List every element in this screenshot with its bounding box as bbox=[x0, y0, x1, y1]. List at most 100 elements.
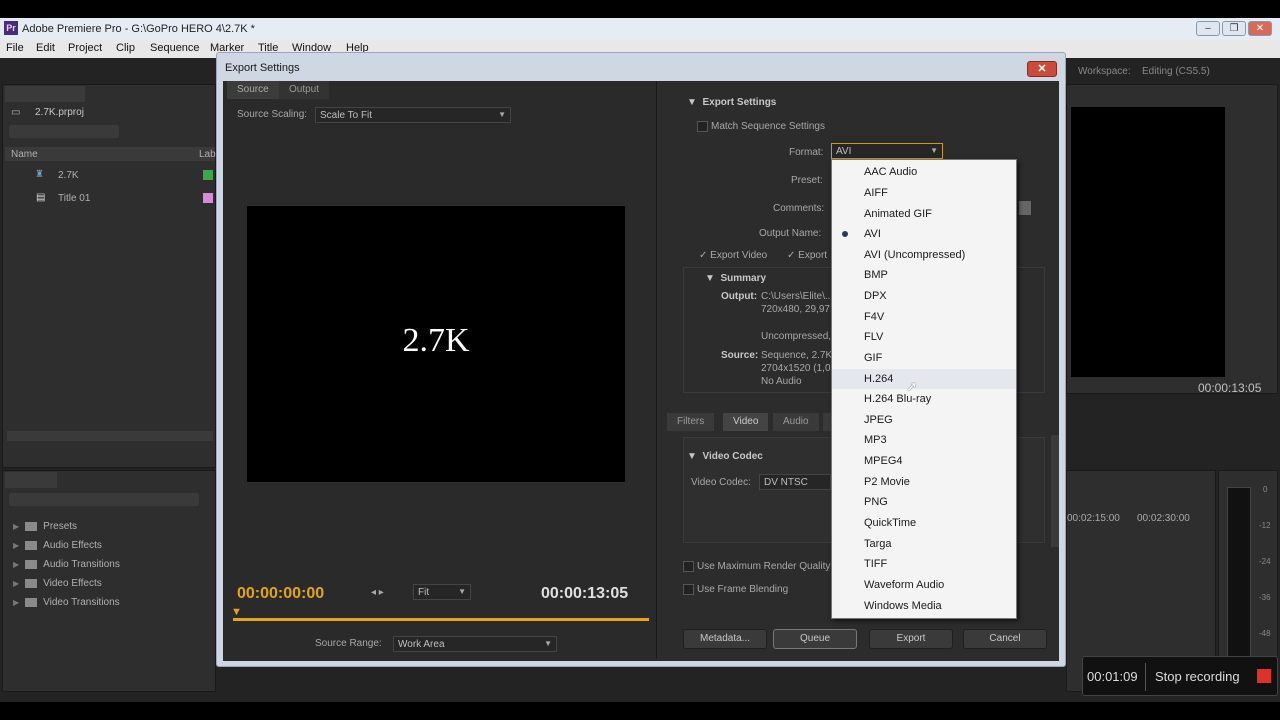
effects-panel-tab[interactable] bbox=[5, 472, 57, 488]
recording-time: 00:01:09 bbox=[1087, 669, 1138, 684]
source-line: 2704x1520 (1,0... bbox=[761, 363, 839, 374]
queue-button[interactable]: Queue bbox=[773, 629, 857, 649]
source-line: Sequence, 2.7K... bbox=[761, 350, 841, 361]
menu-sequence[interactable]: Sequence bbox=[150, 42, 200, 54]
source-label: Source: bbox=[721, 350, 759, 361]
tab-filters[interactable]: Filters bbox=[667, 413, 715, 431]
source-scaling-select[interactable]: Scale To Fit ▼ bbox=[315, 107, 511, 123]
sequence-icon: ♜ bbox=[35, 169, 44, 180]
project-scrollbar[interactable] bbox=[7, 431, 213, 441]
effects-item-video-effects[interactable]: ▶ Video Effects bbox=[13, 578, 102, 589]
effects-item-presets[interactable]: ▶ Presets bbox=[13, 521, 77, 532]
set-in-point-icon[interactable]: ◂ ▸ bbox=[371, 587, 384, 598]
column-name-header[interactable]: Name bbox=[11, 149, 38, 160]
format-option[interactable]: FLV bbox=[832, 327, 1016, 347]
format-option[interactable]: AAC Audio bbox=[832, 162, 1016, 182]
export-audio-checkbox[interactable]: ✓ Export bbox=[787, 250, 827, 261]
video-codec-header[interactable]: ▼ Video Codec bbox=[687, 451, 763, 462]
dialog-title: Export Settings bbox=[225, 62, 300, 74]
title-file-icon: ▤ bbox=[36, 192, 46, 203]
video-codec-select[interactable]: DV NTSC bbox=[759, 474, 831, 490]
tab-output[interactable]: Output bbox=[279, 81, 330, 99]
folder-icon bbox=[25, 540, 38, 550]
menu-project[interactable]: Project bbox=[68, 42, 102, 54]
expand-triangle-icon: ▼ bbox=[705, 273, 715, 284]
export-settings-header[interactable]: ▼ Export Settings bbox=[687, 97, 776, 108]
preview-frame: 2.7K bbox=[247, 206, 625, 482]
frame-blending-checkbox[interactable] bbox=[683, 584, 694, 595]
max-render-checkbox[interactable] bbox=[683, 561, 694, 572]
chevron-down-icon: ▼ bbox=[498, 110, 506, 119]
tab-source[interactable]: Source bbox=[227, 81, 279, 99]
export-button[interactable]: Export bbox=[869, 629, 953, 649]
format-select[interactable]: AVI ▼ bbox=[831, 143, 943, 159]
format-option[interactable]: GIF bbox=[832, 348, 1016, 368]
format-option[interactable]: MP3 bbox=[832, 430, 1016, 450]
source-range-select[interactable]: Work Area ▼ bbox=[393, 636, 557, 652]
timecode-in[interactable]: 00:00:00:00 bbox=[237, 585, 324, 603]
menu-edit[interactable]: Edit bbox=[36, 42, 55, 54]
effects-search-input[interactable] bbox=[9, 493, 199, 506]
effects-item-video-transitions[interactable]: ▶ Video Transitions bbox=[13, 597, 120, 608]
menu-file[interactable]: File bbox=[6, 42, 24, 54]
format-option[interactable]: QuickTime bbox=[832, 513, 1016, 533]
format-option[interactable]: BMP bbox=[832, 265, 1016, 285]
workspace-label: Workspace: bbox=[1078, 66, 1131, 77]
project-item-name[interactable]: Title 01 bbox=[58, 193, 90, 204]
format-option-selected[interactable]: AVI bbox=[832, 224, 1016, 244]
project-panel-tab[interactable] bbox=[5, 86, 85, 102]
format-option[interactable]: H.264 Blu-ray bbox=[832, 389, 1016, 409]
format-dropdown-list: AAC Audio AIFF Animated GIF AVI AVI (Unc… bbox=[831, 159, 1017, 619]
chevron-down-icon: ▼ bbox=[458, 587, 466, 596]
close-window-button[interactable]: ✕ bbox=[1248, 21, 1272, 36]
settings-scrollbar[interactable] bbox=[1051, 435, 1059, 547]
restore-button[interactable]: ❐ bbox=[1222, 21, 1246, 36]
work-area-bar[interactable] bbox=[233, 618, 649, 621]
workspace-select[interactable]: Editing (CS5.5) bbox=[1142, 66, 1210, 77]
format-option[interactable]: Waveform Audio bbox=[832, 575, 1016, 595]
chevron-down-icon: ▼ bbox=[930, 146, 938, 155]
summary-header[interactable]: ▼ Summary bbox=[705, 273, 766, 284]
effects-item-audio-transitions[interactable]: ▶ Audio Transitions bbox=[13, 559, 120, 570]
format-option-hovered[interactable]: H.264 bbox=[832, 369, 1016, 389]
stop-icon[interactable] bbox=[1257, 669, 1271, 683]
format-option[interactable]: MPEG4 bbox=[832, 451, 1016, 471]
fit-select[interactable]: Fit ▼ bbox=[413, 584, 471, 600]
minimize-button[interactable]: – bbox=[1196, 21, 1220, 36]
tab-audio[interactable]: Audio bbox=[773, 413, 819, 431]
format-option[interactable]: JPEG bbox=[832, 410, 1016, 430]
format-option[interactable]: AVI (Uncompressed) bbox=[832, 245, 1016, 265]
format-option[interactable]: Animated GIF bbox=[832, 204, 1016, 224]
timecode-out: 00:00:13:05 bbox=[541, 585, 629, 602]
project-search-input[interactable] bbox=[9, 125, 119, 138]
match-sequence-checkbox[interactable] bbox=[697, 121, 708, 132]
window-titlebar: Pr Adobe Premiere Pro - G:\GoPro HERO 4\… bbox=[0, 18, 1280, 40]
meter-tick: -36 bbox=[1259, 593, 1271, 602]
format-option[interactable]: TIFF bbox=[832, 554, 1016, 574]
stop-recording-button[interactable]: Stop recording bbox=[1155, 669, 1240, 684]
export-video-checkbox[interactable]: ✓ Export Video bbox=[699, 250, 767, 261]
project-item-name[interactable]: 2.7K bbox=[58, 170, 79, 181]
format-option[interactable]: P2 Movie bbox=[832, 472, 1016, 492]
format-option[interactable]: Targa bbox=[832, 534, 1016, 554]
preset-button[interactable] bbox=[1019, 201, 1031, 215]
playhead-icon[interactable]: ▼ bbox=[231, 606, 242, 618]
cancel-button[interactable]: Cancel bbox=[963, 629, 1047, 649]
format-option[interactable]: DPX bbox=[832, 286, 1016, 306]
format-option[interactable]: PNG bbox=[832, 492, 1016, 512]
metadata-button[interactable]: Metadata... bbox=[683, 629, 767, 649]
timeline-timecode: 00:02:30:00 bbox=[1137, 513, 1190, 524]
tab-video[interactable]: Video bbox=[723, 413, 769, 431]
format-option[interactable]: F4V bbox=[832, 307, 1016, 327]
source-scaling-label: Source Scaling: bbox=[237, 109, 308, 120]
effects-panel: ▶ Presets ▶ Audio Effects ▶ Audio Transitio… bbox=[2, 470, 216, 692]
dialog-close-button[interactable]: ✕ bbox=[1027, 61, 1057, 77]
letterbox-bottom bbox=[0, 702, 1280, 720]
menu-clip[interactable]: Clip bbox=[116, 42, 135, 54]
format-option[interactable]: AIFF bbox=[832, 183, 1016, 203]
chevron-down-icon: ▼ bbox=[544, 639, 552, 648]
effects-item-audio-effects[interactable]: ▶ Audio Effects bbox=[13, 540, 102, 551]
format-option[interactable]: Windows Media bbox=[832, 596, 1016, 616]
format-label: Format: bbox=[789, 147, 824, 158]
project-panel: ▭ 2.7K.prproj Name Labe ♜ 2.7K ▤ Title 0… bbox=[2, 84, 221, 468]
